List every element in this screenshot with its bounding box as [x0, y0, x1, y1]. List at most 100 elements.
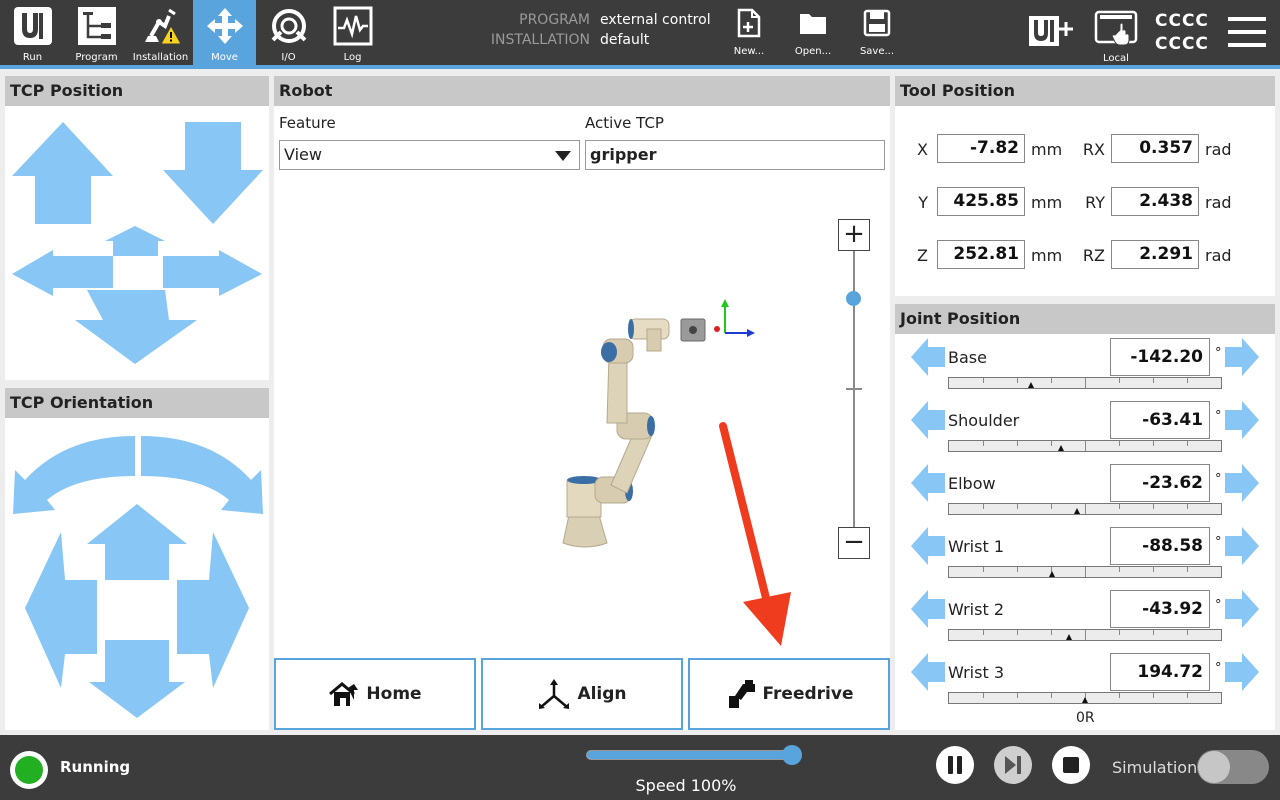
tab-program-label: Program: [75, 52, 118, 63]
move-down-arrow[interactable]: [163, 122, 263, 224]
joint-bar-tick: [1017, 441, 1018, 446]
new-button[interactable]: New...: [724, 0, 774, 65]
ry-axis-label: RY: [1085, 193, 1105, 212]
joint-value-field[interactable]: -23.62: [1110, 464, 1210, 502]
user-line-2: CCCC: [1155, 34, 1209, 54]
menu-button[interactable]: [1228, 16, 1266, 48]
joint-increase-arrow[interactable]: [1225, 653, 1259, 691]
joint-footer-label: 0R: [1076, 710, 1095, 726]
home-label: Home: [366, 684, 422, 704]
running-light-icon: [15, 756, 43, 784]
ry-unit: rad: [1205, 193, 1232, 212]
joint-unit: °: [1215, 535, 1222, 550]
align-button[interactable]: Align: [481, 658, 683, 730]
local-mode-button[interactable]: Local: [1092, 0, 1140, 65]
joint-increase-arrow[interactable]: [1225, 464, 1259, 502]
joint-bar-tick: [1153, 567, 1154, 572]
joint-increase-arrow[interactable]: [1225, 401, 1259, 439]
feature-value: View: [284, 145, 322, 164]
joint-unit: °: [1215, 661, 1222, 676]
joint-range-bar: [948, 692, 1222, 704]
move-left-arrow[interactable]: [12, 250, 113, 296]
joint-unit: °: [1215, 598, 1222, 613]
joint-decrease-arrow[interactable]: [911, 464, 945, 502]
joint-bar-tick: [1085, 378, 1086, 388]
move-right-arrow[interactable]: [163, 250, 262, 296]
z-value-field[interactable]: 252.81: [937, 240, 1025, 269]
rotate-ccw-z-arrow[interactable]: [13, 436, 135, 514]
joint-bar-tick: [983, 441, 984, 446]
speed-slider-handle[interactable]: [782, 745, 802, 765]
simulation-toggle-knob: [1198, 751, 1230, 783]
rx-value-field[interactable]: 0.357: [1111, 134, 1199, 163]
pause-button[interactable]: [936, 746, 974, 784]
tilt-up-arrow[interactable]: [87, 504, 187, 580]
joint-bar-tick: [1017, 378, 1018, 383]
joint-decrease-arrow[interactable]: [911, 338, 945, 376]
y-unit: mm: [1031, 193, 1063, 212]
program-name: external control: [600, 12, 711, 28]
rotate-cw-z-arrow[interactable]: [141, 436, 263, 514]
program-icon: [65, 6, 128, 46]
joint-bar-tick: [1051, 693, 1052, 698]
tab-log[interactable]: Log: [321, 0, 384, 65]
joint-bar-tick: [1119, 630, 1120, 635]
joint-increase-arrow[interactable]: [1225, 590, 1259, 628]
step-button[interactable]: [994, 746, 1032, 784]
tab-installation[interactable]: Installation: [129, 0, 192, 65]
joint-decrease-arrow[interactable]: [911, 653, 945, 691]
joint-bar-tick: [983, 378, 984, 383]
rz-value-field[interactable]: 2.291: [1111, 240, 1199, 269]
chevron-down-icon: [555, 151, 571, 161]
active-tcp-field[interactable]: gripper: [585, 140, 885, 170]
x-value-field[interactable]: -7.82: [937, 134, 1025, 163]
tilt-right-arrow[interactable]: [177, 532, 249, 688]
joint-name: Wrist 3: [948, 663, 1004, 682]
joint-value-field[interactable]: -88.58: [1110, 527, 1210, 565]
tab-program[interactable]: Program: [65, 0, 128, 65]
simulation-toggle[interactable]: [1197, 750, 1269, 784]
home-button[interactable]: Home: [274, 658, 476, 730]
step-forward-icon: [1005, 756, 1021, 774]
joint-value-field[interactable]: -63.41: [1110, 401, 1210, 439]
tab-move[interactable]: Move: [193, 0, 256, 65]
joint-bar-tick: [1017, 567, 1018, 572]
freedrive-button[interactable]: Freedrive: [688, 658, 890, 730]
feature-dropdown[interactable]: View: [279, 140, 580, 170]
move-forward-arrow[interactable]: [105, 226, 165, 256]
tilt-left-arrow[interactable]: [25, 532, 97, 688]
open-button[interactable]: Open...: [788, 0, 838, 65]
save-button[interactable]: Save...: [852, 0, 902, 65]
tilt-down-arrow[interactable]: [89, 640, 185, 718]
program-label: PROGRAM: [519, 12, 590, 28]
joint-decrease-arrow[interactable]: [911, 590, 945, 628]
zoom-handle[interactable]: [846, 290, 861, 306]
zoom-in-button[interactable]: +: [838, 219, 870, 251]
folder-icon: [800, 14, 826, 34]
status-indicator[interactable]: [10, 751, 48, 789]
log-icon: [321, 6, 384, 46]
tab-io[interactable]: I/O: [257, 0, 320, 65]
open-button-label: Open...: [794, 46, 832, 57]
joint-name: Wrist 2: [948, 600, 1004, 619]
speed-slider-track[interactable]: [586, 750, 792, 760]
move-up-arrow[interactable]: [12, 122, 113, 224]
hamburger-icon: [1228, 17, 1266, 47]
joint-decrease-arrow[interactable]: [911, 401, 945, 439]
joint-value-field[interactable]: 194.72: [1110, 653, 1210, 691]
joint-value-field[interactable]: -142.20: [1110, 338, 1210, 376]
tcp-orientation-panel: TCP Orientation: [5, 388, 269, 730]
move-backward-arrow[interactable]: [75, 290, 197, 364]
y-value-field[interactable]: 425.85: [937, 187, 1025, 216]
urplus-button[interactable]: [1028, 14, 1074, 48]
joint-value-field[interactable]: -43.92: [1110, 590, 1210, 628]
ry-value-field[interactable]: 2.438: [1111, 187, 1199, 216]
zoom-out-button[interactable]: −: [838, 527, 870, 559]
stop-button[interactable]: [1052, 746, 1090, 784]
tab-run[interactable]: Run: [1, 0, 64, 65]
joint-increase-arrow[interactable]: [1225, 527, 1259, 565]
joint-increase-arrow[interactable]: [1225, 338, 1259, 376]
z-axis-label: Z: [917, 246, 928, 265]
joint-decrease-arrow[interactable]: [911, 527, 945, 565]
joint-bar-tick: [1153, 504, 1154, 509]
